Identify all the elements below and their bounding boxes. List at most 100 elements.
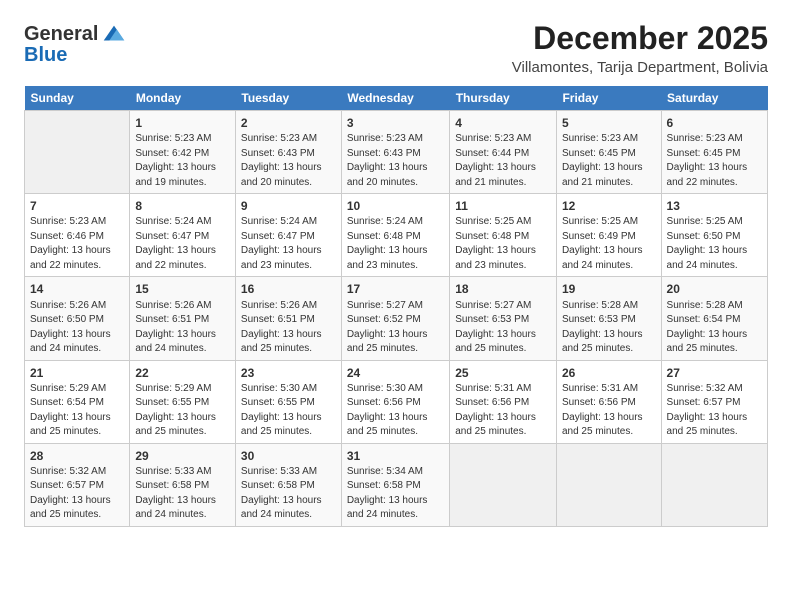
cell-content: 15 Sunrise: 5:26 AM Sunset: 6:51 PM Dayli… <box>135 281 230 355</box>
cell-info: Sunrise: 5:28 AM Sunset: 6:53 PM Dayligh… <box>562 300 643 355</box>
header-sunday: Sunday <box>25 86 130 111</box>
cell-info: Sunrise: 5:31 AM Sunset: 6:56 PM Dayligh… <box>455 383 536 438</box>
logo-general: General <box>24 23 98 46</box>
header-saturday: Saturday <box>661 86 767 111</box>
calendar-cell: 7Sunrise: 5:23 AM Sunset: 6:46 PM Daylig… <box>25 194 130 277</box>
day-number: 15 <box>135 281 230 297</box>
cell-content: 6Sunrise: 5:23 AM Sunset: 6:45 PM Daylig… <box>667 115 762 189</box>
cell-info: Sunrise: 5:29 AM Sunset: 6:55 PM Dayligh… <box>135 383 216 438</box>
cell-info: Sunrise: 5:24 AM Sunset: 6:48 PM Dayligh… <box>347 216 428 271</box>
logo-icon <box>100 20 128 48</box>
day-number: 6 <box>667 115 762 131</box>
day-number: 21 <box>30 365 124 381</box>
day-number: 18 <box>455 281 551 297</box>
calendar-table: SundayMondayTuesdayWednesdayThursdayFrid… <box>24 86 768 527</box>
header-monday: Monday <box>130 86 236 111</box>
cell-info: Sunrise: 5:32 AM Sunset: 6:57 PM Dayligh… <box>30 466 111 521</box>
day-number: 9 <box>241 198 336 214</box>
day-number: 8 <box>135 198 230 214</box>
calendar-week-3: 21 Sunrise: 5:29 AM Sunset: 6:54 PM Dayli… <box>25 360 768 443</box>
calendar-cell: 18 Sunrise: 5:27 AM Sunset: 6:53 PM Dayli… <box>450 277 557 360</box>
day-number: 29 <box>135 448 230 464</box>
cell-content: 7Sunrise: 5:23 AM Sunset: 6:46 PM Daylig… <box>30 198 124 272</box>
logo: General Blue <box>24 20 128 67</box>
day-number: 23 <box>241 365 336 381</box>
day-number: 28 <box>30 448 124 464</box>
header-thursday: Thursday <box>450 86 557 111</box>
day-number: 26 <box>562 365 656 381</box>
cell-content: 11 Sunrise: 5:25 AM Sunset: 6:48 PM Dayli… <box>455 198 551 272</box>
day-number: 3 <box>347 115 444 131</box>
cell-content: 24Sunrise: 5:30 AM Sunset: 6:56 PM Dayli… <box>347 365 444 439</box>
day-number: 2 <box>241 115 336 131</box>
cell-content: 8 Sunrise: 5:24 AM Sunset: 6:47 PM Daylig… <box>135 198 230 272</box>
cell-content: 22Sunrise: 5:29 AM Sunset: 6:55 PM Dayli… <box>135 365 230 439</box>
cell-info: Sunrise: 5:24 AM Sunset: 6:47 PM Dayligh… <box>135 216 216 271</box>
cell-info: Sunrise: 5:25 AM Sunset: 6:48 PM Dayligh… <box>455 216 536 271</box>
day-number: 1 <box>135 115 230 131</box>
calendar-cell <box>450 443 557 526</box>
calendar-week-2: 14Sunrise: 5:26 AM Sunset: 6:50 PM Dayli… <box>25 277 768 360</box>
cell-info: Sunrise: 5:30 AM Sunset: 6:55 PM Dayligh… <box>241 383 322 438</box>
calendar-cell: 11 Sunrise: 5:25 AM Sunset: 6:48 PM Dayli… <box>450 194 557 277</box>
cell-info: Sunrise: 5:27 AM Sunset: 6:53 PM Dayligh… <box>455 300 536 355</box>
month-title: December 2025 <box>512 20 768 57</box>
day-number: 11 <box>455 198 551 214</box>
calendar-cell: 6Sunrise: 5:23 AM Sunset: 6:45 PM Daylig… <box>661 111 767 194</box>
cell-content: 4Sunrise: 5:23 AM Sunset: 6:44 PM Daylig… <box>455 115 551 189</box>
cell-content: 27Sunrise: 5:32 AM Sunset: 6:57 PM Dayli… <box>667 365 762 439</box>
cell-info: Sunrise: 5:31 AM Sunset: 6:56 PM Dayligh… <box>562 383 643 438</box>
cell-content: 29Sunrise: 5:33 AM Sunset: 6:58 PM Dayli… <box>135 448 230 522</box>
page: General Blue December 2025 Villamontes, … <box>0 0 792 612</box>
cell-info: Sunrise: 5:25 AM Sunset: 6:49 PM Dayligh… <box>562 216 643 271</box>
calendar-cell: 23 Sunrise: 5:30 AM Sunset: 6:55 PM Dayli… <box>235 360 341 443</box>
day-number: 7 <box>30 198 124 214</box>
cell-content: 9Sunrise: 5:24 AM Sunset: 6:47 PM Daylig… <box>241 198 336 272</box>
cell-content: 18 Sunrise: 5:27 AM Sunset: 6:53 PM Dayli… <box>455 281 551 355</box>
cell-info: Sunrise: 5:26 AM Sunset: 6:51 PM Dayligh… <box>241 300 322 355</box>
cell-content: 23 Sunrise: 5:30 AM Sunset: 6:55 PM Dayli… <box>241 365 336 439</box>
cell-content: 25Sunrise: 5:31 AM Sunset: 6:56 PM Dayli… <box>455 365 551 439</box>
header-friday: Friday <box>556 86 661 111</box>
cell-content: 13Sunrise: 5:25 AM Sunset: 6:50 PM Dayli… <box>667 198 762 272</box>
calendar-body: 1 Sunrise: 5:23 AM Sunset: 6:42 PM Daylig… <box>25 111 768 527</box>
cell-info: Sunrise: 5:29 AM Sunset: 6:54 PM Dayligh… <box>30 383 111 438</box>
day-number: 5 <box>562 115 656 131</box>
day-number: 30 <box>241 448 336 464</box>
header: General Blue December 2025 Villamontes, … <box>24 20 768 76</box>
calendar-cell: 21 Sunrise: 5:29 AM Sunset: 6:54 PM Dayli… <box>25 360 130 443</box>
cell-content: 19Sunrise: 5:28 AM Sunset: 6:53 PM Dayli… <box>562 281 656 355</box>
day-number: 31 <box>347 448 444 464</box>
header-wednesday: Wednesday <box>341 86 449 111</box>
cell-content: 21 Sunrise: 5:29 AM Sunset: 6:54 PM Dayli… <box>30 365 124 439</box>
cell-content: 1 Sunrise: 5:23 AM Sunset: 6:42 PM Daylig… <box>135 115 230 189</box>
cell-content: 26 Sunrise: 5:31 AM Sunset: 6:56 PM Dayli… <box>562 365 656 439</box>
cell-content: 10Sunrise: 5:24 AM Sunset: 6:48 PM Dayli… <box>347 198 444 272</box>
calendar-cell: 19Sunrise: 5:28 AM Sunset: 6:53 PM Dayli… <box>556 277 661 360</box>
cell-content: 16Sunrise: 5:26 AM Sunset: 6:51 PM Dayli… <box>241 281 336 355</box>
cell-info: Sunrise: 5:32 AM Sunset: 6:57 PM Dayligh… <box>667 383 748 438</box>
calendar-cell: 25Sunrise: 5:31 AM Sunset: 6:56 PM Dayli… <box>450 360 557 443</box>
calendar-cell: 1 Sunrise: 5:23 AM Sunset: 6:42 PM Daylig… <box>130 111 236 194</box>
calendar-cell: 3Sunrise: 5:23 AM Sunset: 6:43 PM Daylig… <box>341 111 449 194</box>
calendar-cell: 14Sunrise: 5:26 AM Sunset: 6:50 PM Dayli… <box>25 277 130 360</box>
cell-content: 3Sunrise: 5:23 AM Sunset: 6:43 PM Daylig… <box>347 115 444 189</box>
cell-info: Sunrise: 5:25 AM Sunset: 6:50 PM Dayligh… <box>667 216 748 271</box>
day-number: 4 <box>455 115 551 131</box>
calendar-week-4: 28 Sunrise: 5:32 AM Sunset: 6:57 PM Dayli… <box>25 443 768 526</box>
cell-content: 5 Sunrise: 5:23 AM Sunset: 6:45 PM Daylig… <box>562 115 656 189</box>
cell-info: Sunrise: 5:26 AM Sunset: 6:51 PM Dayligh… <box>135 300 216 355</box>
cell-info: Sunrise: 5:28 AM Sunset: 6:54 PM Dayligh… <box>667 300 748 355</box>
cell-info: Sunrise: 5:23 AM Sunset: 6:45 PM Dayligh… <box>562 133 643 188</box>
calendar-cell: 12Sunrise: 5:25 AM Sunset: 6:49 PM Dayli… <box>556 194 661 277</box>
day-number: 20 <box>667 281 762 297</box>
header-tuesday: Tuesday <box>235 86 341 111</box>
location: Villamontes, Tarija Department, Bolivia <box>512 59 768 76</box>
calendar-cell: 16Sunrise: 5:26 AM Sunset: 6:51 PM Dayli… <box>235 277 341 360</box>
cell-info: Sunrise: 5:23 AM Sunset: 6:42 PM Dayligh… <box>135 133 216 188</box>
calendar-cell <box>25 111 130 194</box>
cell-info: Sunrise: 5:23 AM Sunset: 6:43 PM Dayligh… <box>241 133 322 188</box>
cell-content: 12Sunrise: 5:25 AM Sunset: 6:49 PM Dayli… <box>562 198 656 272</box>
calendar-cell: 5 Sunrise: 5:23 AM Sunset: 6:45 PM Daylig… <box>556 111 661 194</box>
calendar-cell <box>556 443 661 526</box>
